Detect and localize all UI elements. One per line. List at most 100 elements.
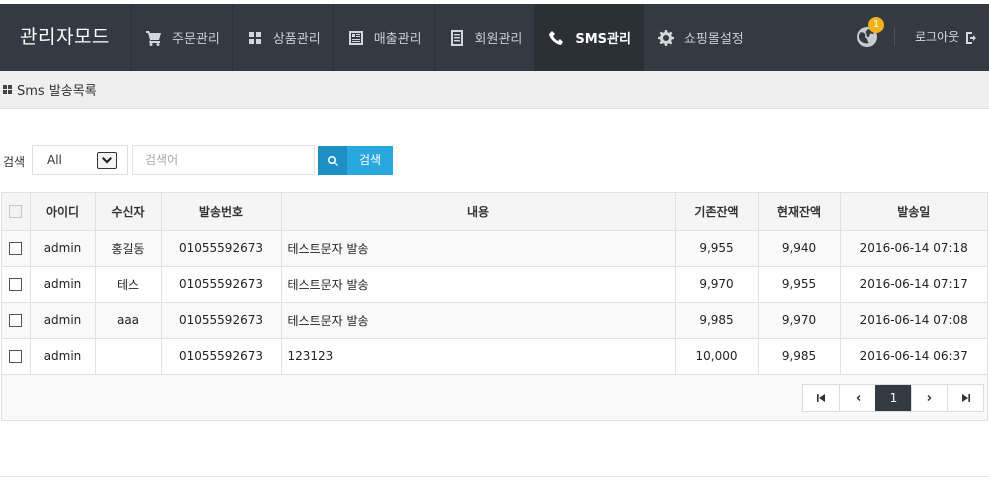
cell-id: admin — [29, 337, 96, 375]
menu-item-label: SMS관리 — [575, 32, 631, 47]
table-header-row: 아이디 수신자 발송번호 내용 기존잔액 현재잔액 발송일 — [2, 193, 987, 231]
cell-content: 123123 — [280, 337, 676, 375]
cell-after-balance: 9,940 — [757, 229, 841, 267]
last-page-icon — [961, 394, 970, 402]
brand-title[interactable]: 관리자모드 — [20, 4, 110, 71]
shopping-cart-icon — [146, 30, 162, 46]
cell-receiver — [94, 337, 162, 375]
page-header: Sms 발송목록 — [0, 71, 989, 109]
row-checkbox[interactable] — [9, 350, 23, 363]
row-checkbox[interactable] — [9, 242, 23, 255]
menu-item-label: 쇼핑몰설정 — [683, 32, 744, 47]
menu-item-label: 상품관리 — [272, 32, 321, 47]
column-header-receiver: 수신자 — [94, 193, 162, 231]
sms-list-panel: 아이디 수신자 발송번호 내용 기존잔액 현재잔액 발송일 admin 홍길동 … — [1, 192, 988, 421]
column-header-before-balance: 기존잔액 — [674, 193, 759, 231]
cell-content: 테스트문자 발송 — [280, 301, 676, 339]
cell-before-balance: 9,955 — [674, 229, 759, 267]
cell-sent-date: 2016-06-14 06:37 — [839, 337, 987, 375]
cell-sent-date: 2016-06-14 07:17 — [839, 265, 987, 303]
cell-id: admin — [29, 229, 96, 267]
menu-item-label: 회원관리 — [474, 32, 523, 47]
cell-sent-date: 2016-06-14 07:18 — [839, 229, 987, 267]
report-icon — [348, 30, 364, 46]
menu-item-label: 주문관리 — [172, 32, 220, 47]
first-page-button[interactable] — [803, 385, 839, 411]
row-select-cell — [2, 301, 31, 339]
grid-icon — [3, 85, 12, 94]
prev-page-button[interactable] — [839, 385, 875, 411]
menu-item-shop-settings[interactable]: 쇼핑몰설정 — [642, 4, 756, 71]
select-all-cell — [2, 193, 31, 231]
logout-label: 로그아웃 — [915, 30, 960, 44]
nav-divider — [894, 28, 895, 46]
phone-icon — [549, 30, 565, 46]
next-page-button[interactable] — [911, 385, 947, 411]
search-input[interactable] — [132, 145, 315, 175]
menu-item-sales[interactable]: 매출관리 — [332, 4, 434, 71]
column-header-sent-date: 발송일 — [839, 193, 987, 231]
cell-after-balance: 9,985 — [757, 337, 841, 375]
menu-item-members[interactable]: 회원관리 — [433, 4, 535, 71]
page-number-button[interactable]: 1 — [875, 385, 911, 411]
menu-item-label: 매출관리 — [373, 32, 422, 47]
table-row: admin 테스 01055592673 테스트문자 발송 9,970 9,95… — [2, 265, 987, 303]
chevron-down-icon[interactable] — [97, 152, 117, 169]
row-select-cell — [2, 265, 31, 303]
column-header-sender-number: 발송번호 — [160, 193, 282, 231]
cell-id: admin — [29, 301, 96, 339]
menu-item-orders[interactable]: 주문관리 — [131, 4, 232, 71]
first-page-icon — [817, 394, 825, 402]
search-field-select[interactable]: All — [32, 145, 128, 175]
row-select-cell — [2, 229, 31, 267]
cell-receiver: aaa — [94, 301, 162, 339]
sms-table: 아이디 수신자 발송번호 내용 기존잔액 현재잔액 발송일 admin 홍길동 … — [2, 193, 987, 375]
search-select-value: All — [47, 153, 62, 167]
column-header-content: 내용 — [280, 193, 676, 231]
top-navbar: 관리자모드 주문관리 상품관리 매출관리 회원관리 SMS관리 쇼핑몰설정 1 … — [0, 4, 989, 71]
table-row: admin aaa 01055592673 테스트문자 발송 9,985 9,9… — [2, 301, 987, 339]
column-header-id: 아이디 — [29, 193, 96, 231]
cell-before-balance: 9,985 — [674, 301, 759, 339]
cell-receiver: 테스 — [94, 265, 162, 303]
cell-sender-number: 01055592673 — [160, 229, 282, 267]
pagination: 1 — [802, 384, 984, 412]
cell-receiver: 홍길동 — [94, 229, 162, 267]
cell-id: admin — [29, 265, 96, 303]
cell-sender-number: 01055592673 — [160, 301, 282, 339]
chevron-right-icon — [927, 395, 931, 401]
menu-item-sms[interactable]: SMS관리 — [534, 4, 643, 71]
cell-sender-number: 01055592673 — [160, 265, 282, 303]
main-menu: 주문관리 상품관리 매출관리 회원관리 SMS관리 쇼핑몰설정 — [131, 4, 756, 71]
table-row: admin 홍길동 01055592673 테스트문자 발송 9,955 9,9… — [2, 229, 987, 267]
cell-before-balance: 10,000 — [674, 337, 759, 375]
gear-icon — [657, 29, 674, 46]
search-icon — [318, 146, 347, 175]
search-label: 검색 — [3, 155, 26, 169]
column-header-after-balance: 현재잔액 — [757, 193, 841, 231]
cell-before-balance: 9,970 — [674, 265, 759, 303]
logout-button[interactable]: 로그아웃 — [915, 4, 978, 71]
last-page-button[interactable] — [947, 385, 983, 411]
select-all-checkbox[interactable] — [9, 205, 23, 219]
document-icon — [449, 29, 465, 46]
row-select-cell — [2, 337, 31, 375]
menu-item-products[interactable]: 상품관리 — [231, 4, 333, 71]
cell-content: 테스트문자 발송 — [280, 265, 676, 303]
notification-badge: 1 — [868, 17, 884, 33]
cell-content: 테스트문자 발송 — [280, 229, 676, 267]
cell-after-balance: 9,955 — [757, 265, 841, 303]
cell-sender-number: 01055592673 — [160, 337, 282, 375]
footer-divider — [0, 476, 989, 477]
cell-after-balance: 9,970 — [757, 301, 841, 339]
row-checkbox[interactable] — [9, 314, 23, 327]
page-title: Sms 발송목록 — [17, 84, 97, 99]
chevron-left-icon — [856, 395, 860, 401]
search-button-label: 검색 — [358, 153, 382, 167]
table-row: admin 01055592673 123123 10,000 9,985 20… — [2, 337, 987, 375]
cell-sent-date: 2016-06-14 07:08 — [839, 301, 987, 339]
logout-icon — [966, 31, 977, 44]
row-checkbox[interactable] — [9, 278, 23, 291]
grid-icon — [247, 30, 263, 46]
search-button[interactable]: 검색 — [318, 146, 393, 175]
